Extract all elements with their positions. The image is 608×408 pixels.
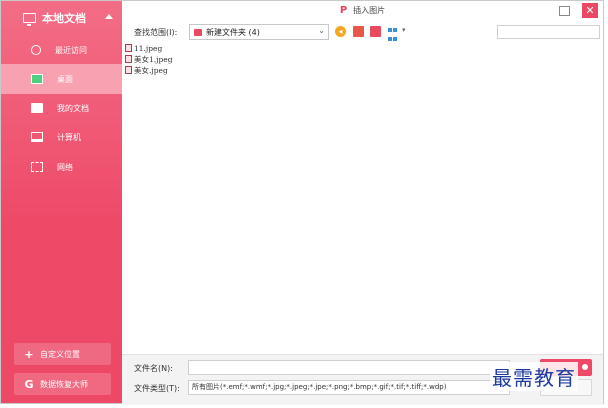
sidebar: 本地文档 最近访问 桌面 我的文档 计算机 网络 + 自定义位置 G 数据恢复大… bbox=[1, 1, 122, 403]
toolbar: 查找范围(I): 新建文件夹 (4) ⌄ ◂ ▾ bbox=[122, 23, 603, 43]
sidebar-item-desktop[interactable]: 桌面 bbox=[1, 64, 122, 94]
watermark: 最需教育 bbox=[490, 362, 578, 391]
chevron-down-icon: ⌄ bbox=[318, 26, 325, 35]
sidebar-item-label: 计算机 bbox=[57, 132, 81, 142]
computer-icon bbox=[31, 132, 43, 142]
look-in-label: 查找范围(I): bbox=[134, 28, 178, 37]
sidebar-item-label: 桌面 bbox=[57, 74, 73, 84]
custom-location-label: 自定义位置 bbox=[40, 349, 80, 359]
image-file-icon bbox=[125, 55, 132, 63]
filename-field[interactable] bbox=[188, 360, 510, 375]
list-item[interactable]: 美女1.jpeg bbox=[125, 54, 173, 64]
up-folder-icon[interactable] bbox=[353, 26, 364, 37]
sidebar-item-label: 我的文档 bbox=[57, 103, 89, 113]
wps-logo-icon: P bbox=[339, 5, 348, 16]
sidebar-item-computer[interactable]: 计算机 bbox=[1, 122, 122, 152]
file-list: 11.jpeg 美女1.jpeg 美女.jpeg bbox=[122, 41, 603, 354]
data-recovery-button[interactable]: G 数据恢复大师 bbox=[14, 373, 111, 395]
network-icon bbox=[31, 162, 43, 172]
look-in-value: 新建文件夹 (4) bbox=[206, 27, 260, 37]
folder-icon bbox=[194, 28, 202, 36]
clock-icon bbox=[31, 45, 41, 55]
sidebar-header-label: 本地文档 bbox=[42, 12, 86, 25]
image-file-icon bbox=[125, 66, 132, 74]
plus-icon: + bbox=[24, 347, 34, 361]
file-name: 11.jpeg bbox=[134, 43, 163, 53]
data-recovery-label: 数据恢复大师 bbox=[40, 379, 88, 389]
sidebar-item-label: 网络 bbox=[57, 162, 73, 172]
custom-location-button[interactable]: + 自定义位置 bbox=[14, 343, 111, 365]
recovery-icon: G bbox=[24, 377, 34, 391]
look-in-dropdown[interactable]: 新建文件夹 (4) ⌄ bbox=[189, 24, 329, 40]
sidebar-item-my-documents[interactable]: 我的文档 bbox=[1, 93, 122, 123]
insert-picture-dialog: 本地文档 最近访问 桌面 我的文档 计算机 网络 + 自定义位置 G 数据恢复大… bbox=[0, 0, 604, 405]
list-item[interactable]: 美女.jpeg bbox=[125, 65, 168, 75]
folder-icon bbox=[31, 103, 43, 113]
filetype-label: 文件类型(T): bbox=[134, 384, 180, 393]
file-name: 美女1.jpeg bbox=[134, 54, 173, 64]
view-menu-icon[interactable]: ▾ bbox=[388, 26, 406, 41]
collapse-arrow-icon[interactable] bbox=[105, 14, 113, 19]
title-bar: P 插入图片 ✕ bbox=[122, 1, 603, 21]
filename-label: 文件名(N): bbox=[134, 364, 173, 373]
monitor-icon bbox=[23, 13, 36, 26]
file-name: 美女.jpeg bbox=[134, 65, 168, 75]
list-item[interactable]: 11.jpeg bbox=[125, 43, 162, 53]
sidebar-header[interactable]: 本地文档 bbox=[1, 1, 122, 35]
image-file-icon bbox=[125, 44, 132, 52]
close-icon[interactable]: ✕ bbox=[582, 3, 598, 18]
maximize-icon[interactable] bbox=[559, 6, 570, 16]
chevron-down-icon: ▾ bbox=[402, 26, 406, 34]
dialog-title: P 插入图片 bbox=[122, 5, 603, 16]
desktop-icon bbox=[31, 74, 43, 84]
search-input[interactable] bbox=[497, 25, 600, 39]
sidebar-item-recent[interactable]: 最近访问 bbox=[1, 35, 122, 65]
filetype-dropdown[interactable]: 所有图片(*.emf;*.wmf;*.jpg;*.jpeg;*.jpe;*.pn… bbox=[188, 380, 510, 395]
sidebar-item-network[interactable]: 网络 bbox=[1, 152, 122, 182]
new-folder-icon[interactable] bbox=[370, 26, 381, 37]
dialog-title-text: 插入图片 bbox=[353, 6, 386, 15]
sidebar-item-label: 最近访问 bbox=[55, 45, 87, 55]
back-icon[interactable]: ◂ bbox=[335, 26, 346, 37]
